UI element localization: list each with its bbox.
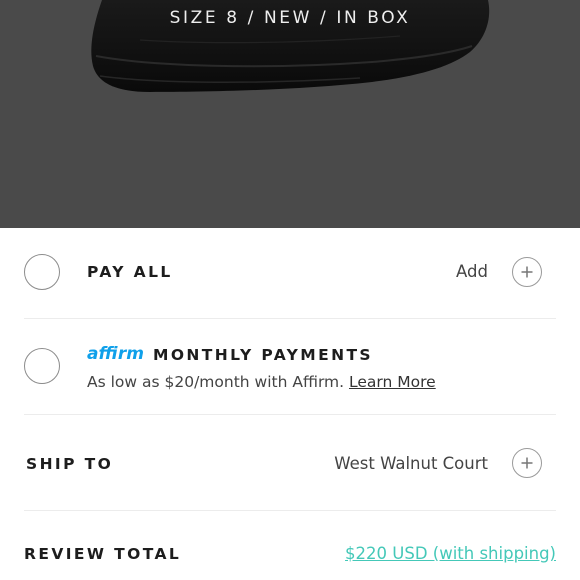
ship-to-row[interactable]: SHIP TO West Walnut Court [0,415,580,510]
plus-icon[interactable] [512,448,542,478]
affirm-logo: affirm [87,344,144,364]
review-total-label: REVIEW TOTAL [24,545,182,563]
affirm-description: As low as $20/month with Affirm. Learn M… [87,373,436,391]
ship-to-label: SHIP TO [26,455,114,473]
product-image-area: SIZE 8 / NEW / IN BOX [0,0,580,228]
review-total-row: REVIEW TOTAL $220 USD (with shipping) [0,511,580,580]
product-caption: SIZE 8 / NEW / IN BOX [169,8,411,28]
monthly-payments-option[interactable]: affirm MONTHLY PAYMENTS As low as $20/mo… [0,319,580,414]
pay-all-option[interactable]: PAY ALL Add [0,228,580,318]
shoe-image [91,0,490,92]
learn-more-link[interactable]: Learn More [349,373,436,391]
monthly-payments-label: MONTHLY PAYMENTS [153,346,373,364]
pay-all-radio[interactable] [24,254,60,290]
review-total-amount[interactable]: $220 USD (with shipping) [345,544,556,563]
ship-to-address[interactable]: West Walnut Court [334,454,488,473]
pay-all-label: PAY ALL [87,263,173,281]
plus-icon[interactable] [512,257,542,287]
affirm-description-text: As low as $20/month with Affirm. [87,373,345,391]
monthly-payments-radio[interactable] [24,348,60,384]
pay-all-add-label[interactable]: Add [456,262,488,281]
